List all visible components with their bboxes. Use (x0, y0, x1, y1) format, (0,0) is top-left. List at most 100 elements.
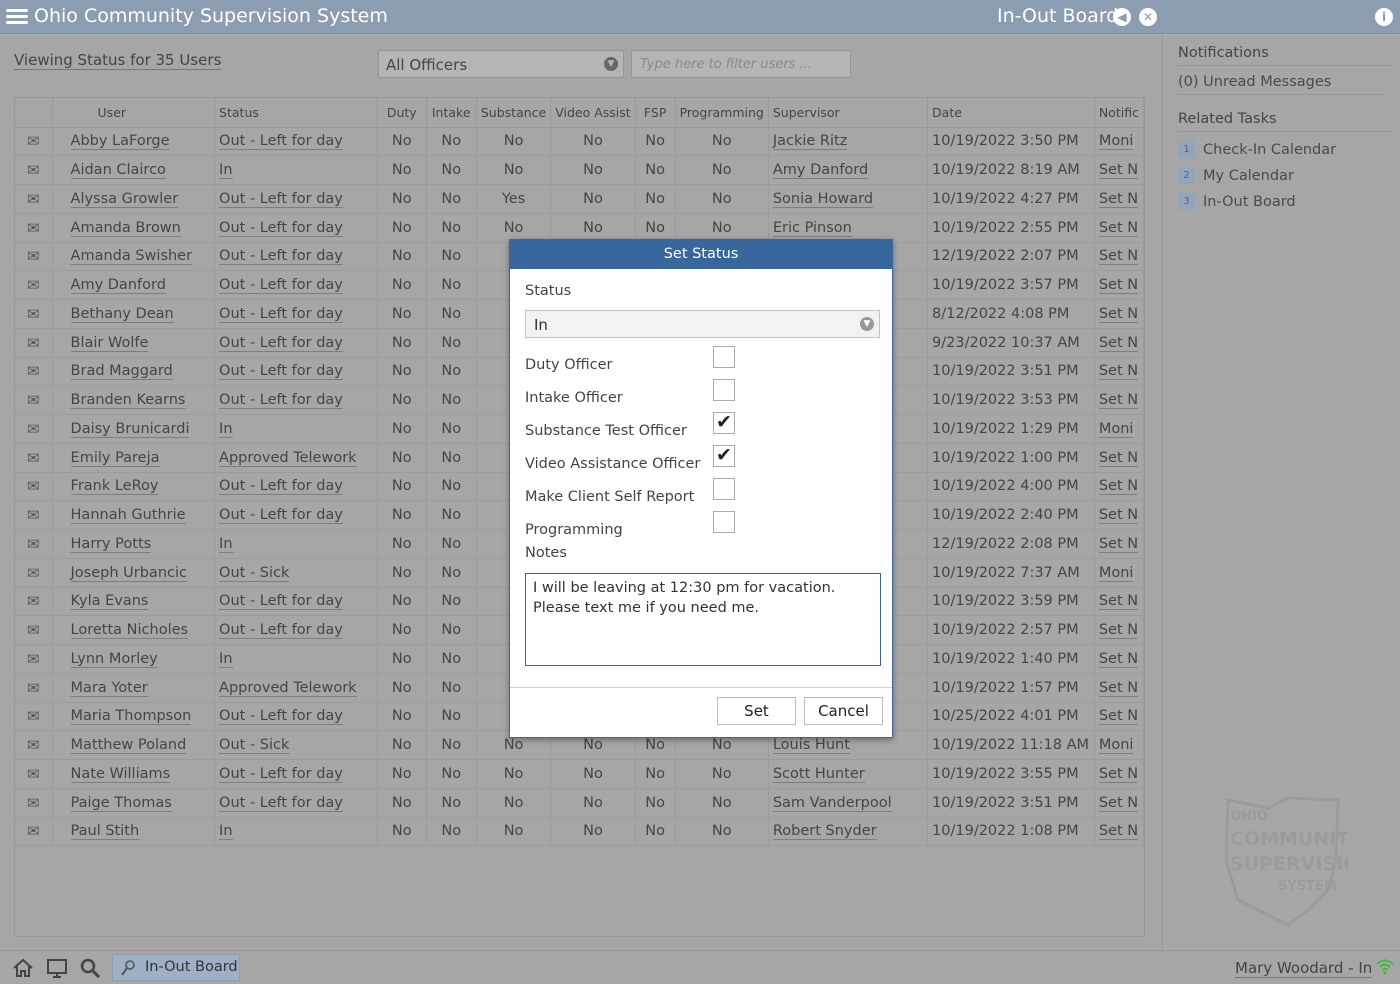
notif-value[interactable]: Set N (1098, 708, 1139, 726)
user-link[interactable]: Mara Yoter (70, 679, 148, 697)
mail-icon[interactable]: ✉ (27, 190, 40, 208)
notif-value[interactable]: Set N (1098, 219, 1139, 237)
notif-value[interactable]: Set N (1098, 679, 1139, 697)
user-link[interactable]: Amanda Swisher (70, 248, 193, 266)
user-link[interactable]: Blair Wolfe (70, 334, 149, 352)
task-my-calendar[interactable]: 2 My Calendar (1178, 167, 1386, 184)
notif-value[interactable]: Set N (1098, 507, 1139, 525)
notif-value[interactable]: Set N (1098, 162, 1139, 180)
user-link[interactable]: Frank LeRoy (70, 478, 159, 496)
status-value[interactable]: In (219, 162, 233, 180)
mail-icon[interactable]: ✉ (27, 765, 40, 783)
status-value[interactable]: In (219, 535, 233, 553)
monitor-icon[interactable] (46, 957, 68, 979)
status-value[interactable]: Out - Left for day (219, 190, 343, 208)
search-icon[interactable] (79, 957, 101, 979)
mail-icon[interactable]: ✉ (27, 132, 40, 150)
notif-value[interactable]: Set N (1098, 650, 1139, 668)
mail-icon[interactable]: ✉ (27, 247, 40, 265)
header-video-assist[interactable]: Video Assist (550, 98, 636, 128)
mail-icon[interactable]: ✉ (27, 449, 40, 467)
task-in-out-board-button[interactable]: In-Out Board (112, 954, 240, 981)
status-value[interactable]: Approved Telework (219, 449, 357, 467)
notes-textarea[interactable]: I will be leaving at 12:30 pm for vacati… (525, 573, 881, 666)
header-programming[interactable]: Programming (675, 98, 769, 128)
mail-icon[interactable]: ✉ (27, 822, 40, 840)
officer-filter-select[interactable]: All Officers ▼ (378, 50, 624, 78)
notif-value[interactable]: Set N (1098, 622, 1139, 640)
status-value[interactable]: In (219, 823, 233, 841)
header-notifications[interactable]: Notific (1094, 98, 1144, 128)
mail-icon[interactable]: ✉ (27, 592, 40, 610)
mail-icon[interactable]: ✉ (27, 276, 40, 294)
mail-icon[interactable]: ✉ (27, 161, 40, 179)
notif-value[interactable]: Moni (1098, 133, 1134, 151)
supervisor-value[interactable]: Scott Hunter (772, 765, 865, 783)
user-link[interactable]: Branden Kearns (70, 392, 186, 410)
supervisor-value[interactable]: Robert Snyder (772, 823, 877, 841)
user-link[interactable]: Aidan Clairco (70, 162, 166, 180)
user-link[interactable]: Matthew Poland (70, 737, 187, 755)
checkbox[interactable]: ✔ (713, 412, 735, 434)
status-value[interactable]: Out - Left for day (219, 765, 343, 783)
user-link[interactable]: Hannah Guthrie (70, 507, 186, 525)
set-button[interactable]: Set (717, 697, 796, 725)
checkbox[interactable] (713, 379, 735, 401)
user-link[interactable]: Loretta Nicholes (70, 622, 189, 640)
checkbox[interactable]: ✔ (713, 445, 735, 467)
task-in-out-board[interactable]: 3 In-Out Board (1178, 193, 1386, 210)
user-link[interactable]: Paige Thomas (70, 794, 172, 812)
notif-value[interactable]: Set N (1098, 277, 1139, 295)
supervisor-value[interactable]: Sonia Howard (772, 190, 874, 208)
mail-icon[interactable]: ✉ (27, 736, 40, 754)
user-link[interactable]: Amanda Brown (70, 219, 181, 237)
mail-icon[interactable]: ✉ (27, 535, 40, 553)
status-value[interactable]: Out - Left for day (219, 622, 343, 640)
notif-value[interactable]: Moni (1098, 420, 1134, 438)
header-supervisor[interactable]: Supervisor (768, 98, 929, 128)
notif-value[interactable]: Set N (1098, 363, 1139, 381)
mail-icon[interactable]: ✉ (27, 621, 40, 639)
status-select[interactable]: In ▼ (525, 310, 880, 338)
user-link[interactable]: Kyla Evans (70, 593, 149, 611)
supervisor-value[interactable]: Eric Pinson (772, 219, 852, 237)
checkbox[interactable] (713, 346, 735, 368)
status-value[interactable]: Out - Left for day (219, 794, 343, 812)
close-icon[interactable]: ✕ (1139, 8, 1157, 26)
checkbox[interactable] (713, 478, 735, 500)
status-value[interactable]: Out - Left for day (219, 133, 343, 151)
mail-icon[interactable]: ✉ (27, 305, 40, 323)
status-value[interactable]: Out - Left for day (219, 363, 343, 381)
user-link[interactable]: Maria Thompson (70, 708, 192, 726)
user-link[interactable]: Emily Pareja (70, 449, 160, 467)
notif-value[interactable]: Set N (1098, 593, 1139, 611)
back-icon[interactable]: ◀ (1113, 8, 1131, 26)
mail-icon[interactable]: ✉ (27, 794, 40, 812)
status-value[interactable]: Out - Sick (219, 737, 290, 755)
header-status[interactable]: Status (214, 98, 378, 128)
menu-icon[interactable] (6, 6, 28, 28)
mail-icon[interactable]: ✉ (27, 707, 40, 725)
notif-value[interactable]: Set N (1098, 334, 1139, 352)
user-link[interactable]: Brad Maggard (70, 363, 173, 381)
mail-icon[interactable]: ✉ (27, 219, 40, 237)
status-value[interactable]: Out - Left for day (219, 478, 343, 496)
mail-icon[interactable]: ✉ (27, 420, 40, 438)
cancel-button[interactable]: Cancel (804, 697, 883, 725)
status-value[interactable]: In (219, 650, 233, 668)
notif-value[interactable]: Set N (1098, 823, 1139, 841)
viewing-status[interactable]: Viewing Status for 35 Users (14, 51, 222, 70)
notif-value[interactable]: Set N (1098, 190, 1139, 208)
header-date[interactable]: Date (927, 98, 1095, 128)
notif-value[interactable]: Set N (1098, 794, 1139, 812)
user-link[interactable]: Lynn Morley (70, 650, 158, 668)
supervisor-value[interactable]: Jackie Ritz (772, 133, 848, 151)
mail-icon[interactable]: ✉ (27, 362, 40, 380)
status-value[interactable]: Out - Sick (219, 564, 290, 582)
home-icon[interactable] (12, 957, 34, 979)
user-link[interactable]: Paul Stith (70, 823, 140, 841)
supervisor-value[interactable]: Sam Vanderpool (772, 794, 892, 812)
user-link[interactable]: Alyssa Growler (70, 190, 179, 208)
header-intake[interactable]: Intake (426, 98, 477, 128)
notif-value[interactable]: Moni (1098, 737, 1134, 755)
